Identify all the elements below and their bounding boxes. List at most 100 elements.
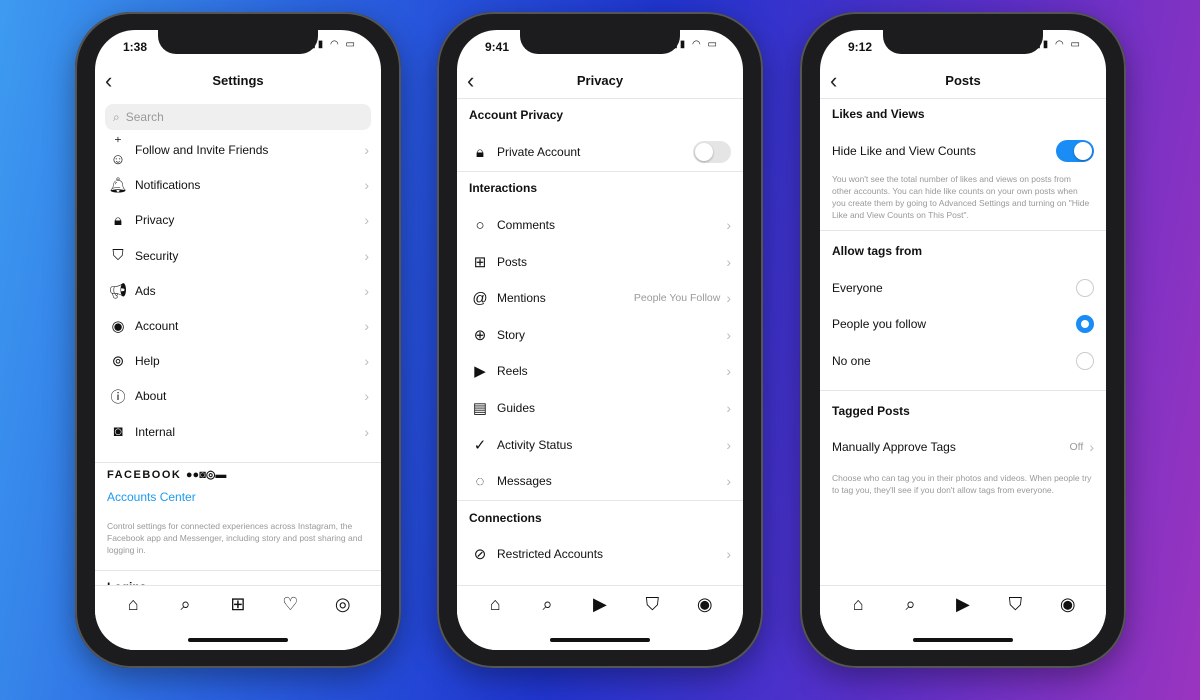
list-item-people-you-follow[interactable]: People you follow bbox=[820, 307, 1106, 341]
at-icon: @ bbox=[472, 289, 488, 307]
accounts-center-description: Control settings for connected experienc… bbox=[107, 521, 363, 555]
hide-counts-toggle[interactable] bbox=[1056, 140, 1094, 162]
list-item-follow-and-invite-friends[interactable]: ⁺☺ Follow and Invite Friends › bbox=[95, 133, 381, 168]
row-label: Help bbox=[135, 354, 160, 369]
list-item-ads[interactable]: 📢︎ Ads › bbox=[95, 274, 381, 308]
private-account-row[interactable]: 🔒︎ Private Account bbox=[457, 135, 743, 169]
list-item-notifications[interactable]: 🔔︎ Notifications › bbox=[95, 168, 381, 202]
add-person-icon: ⁺☺ bbox=[110, 133, 126, 168]
divider bbox=[457, 500, 743, 501]
shield-icon: ⛉ bbox=[112, 247, 124, 265]
manually-approve-row[interactable]: Manually Approve Tags Off › bbox=[820, 430, 1106, 464]
interactions-header: Interactions bbox=[469, 181, 538, 195]
row-label: Internal bbox=[135, 424, 176, 439]
list-item-guides[interactable]: ▤ Guides › bbox=[457, 391, 743, 425]
row-label: Private Account bbox=[497, 145, 581, 159]
search-placeholder: Search bbox=[125, 110, 164, 124]
hide-counts-row[interactable]: Hide Like and View Counts bbox=[820, 134, 1106, 168]
list-item-account[interactable]: ◉ Account › bbox=[95, 309, 381, 343]
notch bbox=[158, 30, 318, 54]
connections-header: Connections bbox=[469, 511, 542, 525]
divider bbox=[820, 230, 1106, 231]
list-item-no-one[interactable]: No one bbox=[820, 344, 1106, 378]
row-label: No one bbox=[832, 353, 871, 368]
divider bbox=[820, 98, 1106, 99]
row-label: Story bbox=[497, 327, 526, 342]
list-item-internal[interactable]: ◙ Internal › bbox=[95, 415, 381, 449]
list-item-comments[interactable]: ○ Comments › bbox=[457, 208, 743, 242]
row-label: Guides bbox=[497, 401, 536, 415]
row-label: Account bbox=[135, 319, 179, 333]
home-icon[interactable]: ⌂ bbox=[843, 594, 873, 650]
list-item-about[interactable]: ⓘ About › bbox=[95, 379, 381, 413]
guides-icon: ▤ bbox=[472, 400, 488, 417]
info-icon: ⓘ bbox=[110, 388, 126, 406]
tagged-posts-header: Tagged Posts bbox=[832, 404, 910, 418]
likes-views-header: Likes and Views bbox=[832, 107, 925, 121]
divider bbox=[95, 570, 381, 571]
home-icon[interactable]: ⌂ bbox=[480, 594, 510, 650]
chevron-right-icon: › bbox=[726, 546, 731, 562]
profile-icon[interactable]: ◉ bbox=[690, 594, 720, 650]
restricted-accounts-row[interactable]: ⊘ Restricted Accounts › bbox=[457, 537, 743, 571]
list-item-reels[interactable]: ▶ Reels › bbox=[457, 354, 743, 388]
radio-button[interactable] bbox=[1076, 279, 1094, 297]
posts-screen: 9:12 ▮▮ ◠ ▭ ‹ Posts Likes and Views Hide… bbox=[820, 30, 1106, 650]
chevron-right-icon: › bbox=[364, 247, 369, 264]
chevron-right-icon: › bbox=[726, 217, 731, 233]
divider bbox=[457, 98, 743, 99]
list-item-help[interactable]: ⊚ Help › bbox=[95, 344, 381, 378]
home-icon[interactable]: ⌂ bbox=[118, 594, 148, 650]
row-label: Manually Approve Tags bbox=[832, 440, 956, 454]
list-item-mentions[interactable]: @ Mentions People You Follow › bbox=[457, 281, 743, 315]
radio-button[interactable] bbox=[1076, 315, 1094, 334]
row-label: Privacy bbox=[135, 213, 175, 228]
search-icon: ⌕ bbox=[113, 109, 120, 124]
chevron-right-icon: › bbox=[364, 177, 369, 194]
page-title: Privacy bbox=[576, 73, 624, 88]
row-label: Security bbox=[135, 248, 179, 263]
instagram-icon: ◙ bbox=[113, 423, 123, 441]
phone-privacy: 9:41 ▮▮ ◠ ▭ ‹ Privacy Account Privacy 🔒︎… bbox=[437, 12, 763, 668]
chevron-right-icon: › bbox=[726, 290, 731, 307]
chevron-right-icon: › bbox=[1089, 439, 1094, 455]
lifebuoy-icon: ⊚ bbox=[111, 353, 125, 371]
megaphone-icon: 📢︎ bbox=[108, 282, 128, 300]
account-privacy-header: Account Privacy bbox=[469, 108, 564, 122]
chevron-right-icon: › bbox=[364, 142, 369, 158]
list-item-story[interactable]: ⊕ Story › bbox=[457, 318, 743, 352]
list-item-everyone[interactable]: Everyone bbox=[820, 271, 1106, 305]
list-item-activity-status[interactable]: ✓ Activity Status › bbox=[457, 428, 743, 462]
list-item-posts[interactable]: ⊞ Posts › bbox=[457, 245, 743, 279]
home-indicator bbox=[913, 638, 1013, 642]
hide-counts-description: You won't see the total number of likes … bbox=[832, 174, 1090, 220]
chevron-right-icon: › bbox=[726, 400, 731, 416]
row-label: Posts bbox=[497, 254, 528, 269]
search-input[interactable]: ⌕ Search bbox=[105, 104, 371, 130]
notch bbox=[520, 30, 680, 54]
row-label: Reels bbox=[497, 364, 528, 379]
profile-avatar[interactable]: ◎ bbox=[328, 594, 358, 650]
private-account-toggle[interactable] bbox=[693, 141, 731, 163]
row-label: About bbox=[135, 389, 167, 404]
tagging-description: Choose who can tag you in their photos a… bbox=[832, 473, 1092, 495]
row-label: Follow and Invite Friends bbox=[135, 143, 269, 157]
status-time: 9:12 bbox=[848, 40, 873, 54]
chevron-right-icon: › bbox=[364, 388, 369, 405]
radio-button[interactable] bbox=[1076, 351, 1094, 370]
privacy-screen: 9:41 ▮▮ ◠ ▭ ‹ Privacy Account Privacy 🔒︎… bbox=[457, 30, 743, 650]
row-label: Activity Status bbox=[497, 437, 573, 452]
messenger-icon: ◌ bbox=[475, 472, 485, 490]
status-time: 9:41 bbox=[485, 40, 510, 54]
list-item-security[interactable]: ⛉ Security › bbox=[95, 239, 381, 273]
lock-icon: 🔒︎ bbox=[114, 211, 122, 229]
list-item-messages[interactable]: ◌ Messages › bbox=[457, 464, 743, 498]
accounts-center-link[interactable]: Accounts Center bbox=[107, 490, 196, 504]
profile-icon[interactable]: ◉ bbox=[1053, 594, 1083, 650]
chevron-right-icon: › bbox=[726, 436, 731, 453]
chevron-right-icon: › bbox=[726, 326, 731, 343]
chevron-right-icon: › bbox=[726, 253, 731, 270]
list-item-privacy[interactable]: 🔒︎ Privacy › bbox=[95, 203, 381, 237]
meta-apps-icons: ●●◙◎▬ bbox=[185, 469, 227, 481]
row-value: People You Follow bbox=[633, 292, 721, 305]
